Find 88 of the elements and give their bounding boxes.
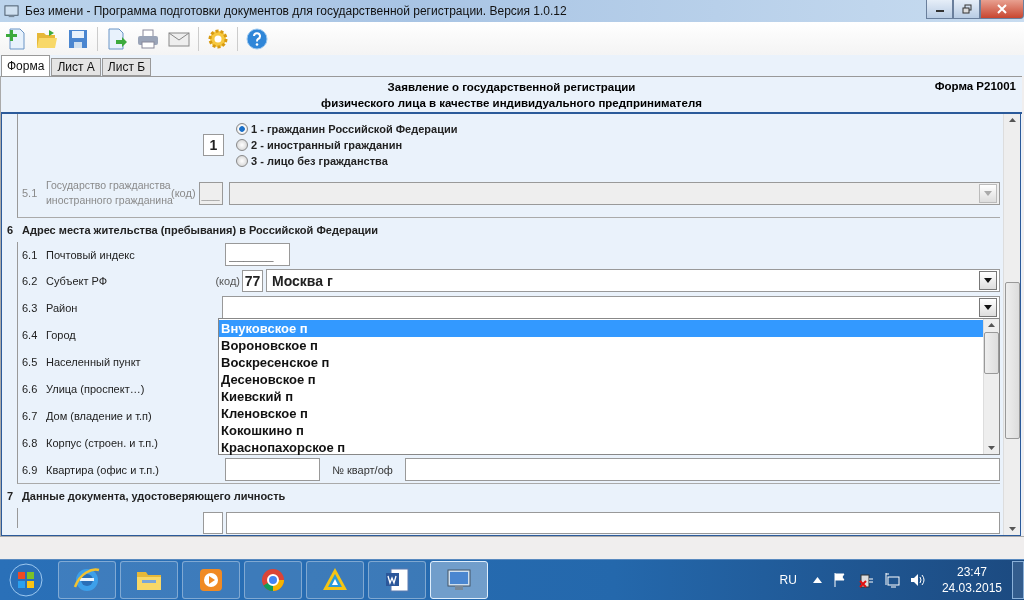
field-label: Улица (проспект…) bbox=[46, 382, 146, 395]
window-title: Без имени - Программа подготовки документов для государственной регистрации. Версия 1.0.12 bbox=[25, 4, 567, 18]
field-label: № кварт/оф bbox=[331, 463, 394, 476]
tab[interactable]: Лист А bbox=[51, 58, 101, 76]
field-label: Населенный пункт bbox=[46, 355, 142, 368]
show-desktop-button[interactable] bbox=[1012, 561, 1024, 599]
printer-icon bbox=[136, 26, 160, 51]
help-icon bbox=[245, 26, 269, 51]
section-title: Данные документа, удостоверяющего личность bbox=[22, 490, 286, 502]
field-number: 6.3 bbox=[21, 301, 39, 314]
radio-option[interactable]: 3 - лицо без гражданства bbox=[236, 153, 458, 169]
section-number: 6 bbox=[6, 224, 15, 236]
scrollbar-thumb[interactable] bbox=[1004, 282, 1020, 439]
scrollbar-thumb[interactable] bbox=[984, 332, 999, 374]
field-label: Квартира (офис и т.п.) bbox=[46, 463, 160, 476]
section-number: 7 bbox=[6, 490, 15, 502]
language-indicator[interactable]: RU bbox=[779, 573, 797, 587]
scroll-down-icon bbox=[988, 446, 995, 450]
code-label: (код) bbox=[214, 274, 241, 287]
network-icon[interactable] bbox=[883, 572, 900, 588]
postal-code-field[interactable]: ______ bbox=[225, 243, 290, 266]
caret-icon bbox=[984, 190, 992, 196]
form-code: Форма Р21001 bbox=[934, 80, 1016, 92]
power-plug-icon[interactable] bbox=[857, 572, 874, 588]
form-title: Заявление о государственной регистрации bbox=[387, 79, 636, 95]
show-hidden-icons-icon[interactable] bbox=[812, 577, 822, 583]
field-number: 6.6 bbox=[21, 382, 39, 395]
field-number: 6.8 bbox=[21, 436, 39, 449]
dropdown-item[interactable]: Краснопахорское п bbox=[219, 439, 983, 456]
monitor-icon bbox=[4, 3, 19, 19]
dropdown-item[interactable]: Воскресенское п bbox=[219, 354, 983, 371]
code-field[interactable]: 1 bbox=[203, 134, 224, 156]
field-label: Район bbox=[46, 301, 79, 314]
dropdown-item[interactable]: Кокошкино п bbox=[219, 422, 983, 439]
dropdown-item[interactable]: Вороновское п bbox=[219, 337, 983, 354]
dropdown-button[interactable] bbox=[979, 298, 997, 317]
scroll-up-icon bbox=[988, 323, 995, 327]
flag-icon[interactable] bbox=[831, 572, 848, 588]
field-number: 6.7 bbox=[21, 409, 39, 422]
form-title: физического лица в качестве индивидуального предпринимателя bbox=[321, 95, 702, 111]
caret-icon bbox=[984, 278, 992, 283]
field-label: Дом (владение и т.п) bbox=[46, 409, 153, 422]
minimize-button[interactable] bbox=[926, 0, 953, 19]
new-document-icon bbox=[4, 26, 28, 51]
volume-icon[interactable] bbox=[909, 572, 926, 588]
field-label: Государство гражданства bbox=[46, 178, 171, 193]
section-title: Адрес места жительства (пребывания) в Российской Федерации bbox=[22, 224, 379, 236]
dropdown-item[interactable]: Киевский п bbox=[219, 388, 983, 405]
apartment-number-field[interactable] bbox=[405, 458, 1000, 481]
browser-button[interactable] bbox=[58, 561, 116, 599]
apartment-field[interactable] bbox=[225, 458, 320, 481]
clock[interactable]: 23:47 24.03.2015 bbox=[941, 564, 1002, 596]
field-number: 6.9 bbox=[21, 463, 39, 476]
field-label: иностранного гражданина bbox=[46, 194, 171, 208]
close-button[interactable] bbox=[980, 0, 1024, 19]
field-number: 6.5 bbox=[21, 355, 39, 368]
radio-option[interactable]: 1 - гражданин Российской Федерации bbox=[236, 121, 458, 137]
scrollbar[interactable] bbox=[983, 319, 999, 454]
document-arrow-icon bbox=[105, 26, 129, 51]
dropdown-button[interactable] bbox=[979, 271, 997, 290]
caret-icon bbox=[984, 305, 992, 310]
dropdown-item[interactable]: Кленовское п bbox=[219, 405, 983, 422]
scroll-down-icon bbox=[1008, 527, 1016, 531]
scroll-up-icon bbox=[1008, 118, 1016, 122]
region-combo[interactable]: Москва г bbox=[266, 269, 1000, 292]
taskbar-button[interactable] bbox=[430, 561, 488, 599]
code-field[interactable]: 77 bbox=[242, 269, 263, 292]
tab[interactable]: Форма bbox=[1, 55, 51, 76]
dropdown-item[interactable]: Десеновское п bbox=[219, 371, 983, 388]
field-label: Почтовый индекс bbox=[46, 248, 136, 261]
document-combo[interactable] bbox=[226, 512, 1000, 534]
scrollbar[interactable] bbox=[1003, 114, 1020, 535]
code-field[interactable] bbox=[203, 512, 223, 534]
windows-logo-icon bbox=[8, 562, 44, 598]
field-label: Корпус (строен. и т.п.) bbox=[46, 436, 160, 449]
code-label: (код) bbox=[171, 187, 197, 199]
field-number: 6.4 bbox=[21, 328, 39, 341]
field-label: Субъект РФ bbox=[46, 274, 109, 287]
restore-icon bbox=[961, 4, 972, 14]
restore-button[interactable] bbox=[953, 0, 980, 19]
field-number: 6.2 bbox=[21, 274, 39, 287]
field-number: 6.1 bbox=[21, 248, 39, 261]
close-icon bbox=[997, 4, 1007, 14]
radio-option[interactable]: 2 - иностранный гражданин bbox=[236, 137, 458, 153]
field-number: 5.1 bbox=[21, 187, 39, 199]
field-label: Город bbox=[46, 328, 77, 341]
country-combo[interactable] bbox=[228, 181, 1000, 205]
tab[interactable]: Лист Б bbox=[101, 58, 152, 76]
